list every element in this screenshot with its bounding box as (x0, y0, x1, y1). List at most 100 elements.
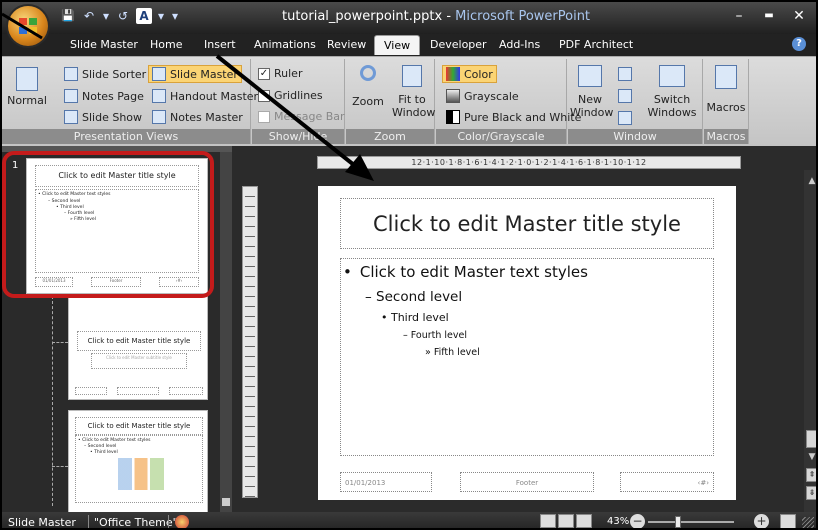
save-icon[interactable]: 💾 (60, 8, 76, 24)
text-level-5: » Fifth level (425, 347, 480, 358)
cascade-icon[interactable] (618, 89, 632, 103)
group-color-grayscale: Color Grayscale Pure Black and White Col… (436, 59, 581, 144)
macros-button[interactable]: Macros (706, 65, 746, 114)
scroll-up-arrow-icon[interactable]: ▲ (807, 176, 816, 186)
quick-access-toolbar: 💾 ↶ ▾ ↺ A ▾ ▾ (60, 8, 180, 24)
horizontal-ruler: 12·1·10·1·8·1·6·1·4·1·2·1·0·1·2·1·4·1·6·… (317, 156, 741, 169)
notes-master-button[interactable]: Notes Master (152, 110, 243, 124)
thumb-footer-box (117, 387, 159, 395)
new-window-icon (578, 65, 602, 87)
zoom-slider-thumb[interactable] (675, 516, 681, 528)
tab-insert[interactable]: Insert (204, 38, 236, 51)
next-slide-button[interactable]: ⇟ (806, 486, 816, 500)
fit-to-window-button[interactable]: Fit to Window (392, 65, 435, 119)
thumbnail-scrollbar[interactable] (220, 152, 232, 512)
app-name: Microsoft PowerPoint (455, 9, 591, 24)
zoom-in-icon[interactable]: + (754, 514, 769, 528)
maximize-button[interactable]: ▬ (754, 5, 784, 27)
zoom-level[interactable]: 43% (607, 516, 629, 527)
help-icon[interactable]: ? (792, 37, 806, 51)
thumb-title: Click to edit Master title style (75, 417, 203, 435)
text-level-2: – Second level (365, 289, 463, 305)
gridlines-checkbox[interactable]: Gridlines (258, 89, 323, 102)
grayscale-icon (446, 89, 460, 103)
page-number-placeholder[interactable]: ‹#› (620, 472, 714, 492)
slide-sorter-button[interactable]: Slide Sorter (64, 67, 146, 81)
undo-dropdown-icon[interactable]: ▾ (102, 8, 110, 24)
normal-view-status-icon[interactable] (540, 514, 556, 528)
group-label: Presentation Views (2, 129, 250, 144)
footer-placeholder[interactable]: Footer (460, 472, 594, 492)
thumb-body: • Click to edit Master text styles – Sec… (75, 435, 203, 503)
title-bar: 💾 ↶ ▾ ↺ A ▾ ▾ tutorial_powerpoint.pptx -… (2, 2, 816, 34)
text-level-1: • Click to edit Master text styles (343, 263, 588, 281)
master-title-placeholder[interactable]: Click to edit Master title style (340, 198, 714, 249)
tab-add-ins[interactable]: Add-Ins (499, 38, 540, 51)
fit-to-window-icon (402, 65, 422, 87)
tab-animations[interactable]: Animations (254, 38, 316, 51)
handout-master-button[interactable]: Handout Master (152, 89, 258, 103)
content-layout-thumbnail[interactable]: Click to edit Master title style • Click… (68, 410, 208, 514)
tab-home[interactable]: Home (150, 38, 182, 51)
font-color-icon[interactable]: A (136, 8, 152, 24)
slide-master-button[interactable]: Slide Master (148, 65, 242, 83)
slide-master-icon (152, 67, 166, 81)
slide-sorter-status-icon[interactable] (558, 514, 574, 528)
scroll-down-arrow-icon[interactable]: ▼ (807, 452, 816, 462)
scroll-thumb[interactable] (806, 430, 816, 448)
pure-black-white-button[interactable]: Pure Black and White (446, 110, 581, 124)
scroll-down-arrow[interactable] (222, 498, 230, 506)
ruler-checkbox[interactable]: ✓ Ruler (258, 67, 302, 80)
tab-pdf-architect[interactable]: PDF Architect (559, 38, 633, 51)
master-text-placeholder[interactable]: • Click to edit Master text styles – Seco… (340, 258, 714, 456)
tab-review[interactable]: Review (327, 38, 366, 51)
highlight-ring (2, 151, 214, 298)
move-split-icon[interactable] (618, 111, 632, 125)
color-button[interactable]: Color (442, 65, 497, 83)
tab-view[interactable]: View (374, 35, 421, 55)
spelling-check-icon[interactable] (175, 515, 189, 528)
office-logo-icon (19, 18, 37, 34)
previous-slide-button[interactable]: ⇞ (806, 468, 816, 482)
thumb-page-box (169, 387, 203, 395)
office-button[interactable] (8, 6, 48, 46)
slide-show-button[interactable]: Slide Show (64, 110, 142, 124)
group-label: Show/Hide (252, 129, 344, 144)
vertical-scrollbar[interactable]: ▲ ▼ ⇞ ⇟ (804, 170, 816, 512)
zoom-button[interactable]: Zoom (350, 65, 386, 108)
title-layout-thumbnail[interactable]: Click to edit Master title style Click t… (68, 296, 208, 400)
resize-grip-icon[interactable] (802, 517, 814, 528)
thumb-date-box (75, 387, 107, 395)
zoom-slider-track[interactable] (648, 521, 734, 523)
font-dropdown-icon[interactable]: ▾ (157, 8, 165, 24)
tab-developer[interactable]: Developer (430, 38, 487, 51)
color-icon (446, 67, 460, 81)
redo-icon[interactable]: ↺ (115, 8, 131, 24)
layout-tree-line (52, 296, 53, 506)
thumb-subtitle: Click to edit Master subtitle style (91, 353, 187, 369)
message-bar-checkbox[interactable]: Message Bar (258, 110, 345, 123)
tab-slide-master[interactable]: Slide Master (70, 38, 138, 51)
group-zoom: Zoom Fit to Window Zoom (346, 59, 435, 144)
master-slide[interactable]: Click to edit Master title style • Click … (318, 186, 736, 500)
content-placeholder-icons (118, 458, 164, 490)
slide-show-status-icon[interactable] (576, 514, 592, 528)
fit-slide-to-window-icon[interactable] (780, 514, 796, 528)
notes-page-icon (64, 89, 78, 103)
close-button[interactable]: ✕ (784, 5, 814, 27)
normal-view-button[interactable]: Normal (6, 67, 48, 107)
arrange-all-icon[interactable] (618, 67, 632, 81)
grayscale-button[interactable]: Grayscale (446, 89, 519, 103)
minimize-button[interactable]: – (724, 5, 754, 27)
switch-windows-icon (659, 65, 685, 87)
undo-icon[interactable]: ↶ (81, 8, 97, 24)
new-window-button[interactable]: New Window (570, 65, 613, 119)
notes-page-button[interactable]: Notes Page (64, 89, 144, 103)
magnifier-icon (360, 65, 376, 81)
switch-windows-button[interactable]: Switch Windows (644, 65, 700, 119)
ribbon-tabs: Slide Master Home Insert Animations Revi… (2, 34, 816, 56)
date-placeholder[interactable]: 01/01/2013 (340, 472, 432, 492)
customize-qat-icon[interactable]: ▾ (170, 8, 180, 24)
zoom-out-icon[interactable]: − (630, 514, 645, 528)
window-title: tutorial_powerpoint.pptx - Microsoft Pow… (282, 9, 590, 24)
